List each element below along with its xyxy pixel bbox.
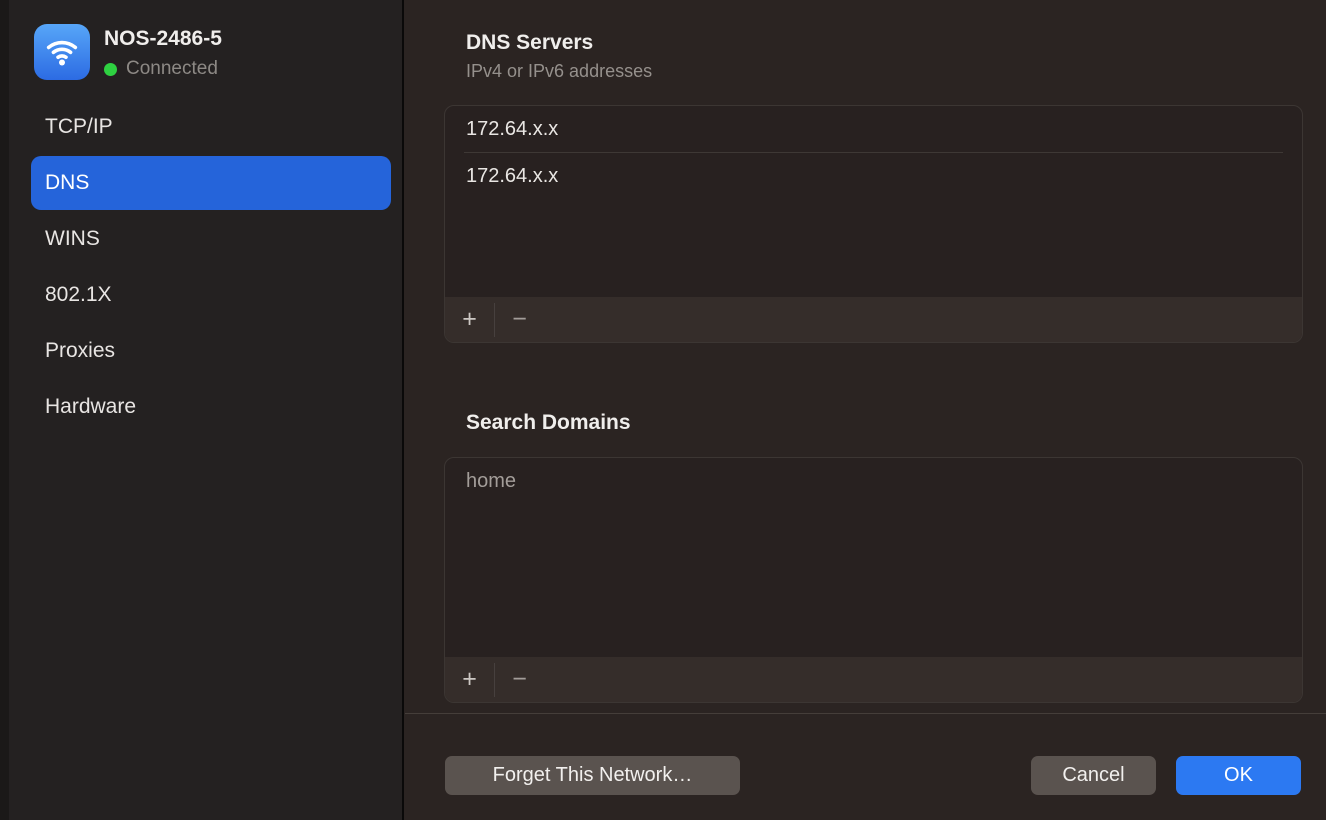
dns-server-row[interactable]: 172.64.x.x bbox=[445, 153, 1302, 200]
search-domains-toolbar: + − bbox=[445, 657, 1302, 702]
ok-button[interactable]: OK bbox=[1176, 756, 1301, 795]
minus-icon: − bbox=[512, 305, 527, 333]
dns-server-row[interactable]: 172.64.x.x bbox=[445, 106, 1302, 153]
remove-search-domain-button[interactable]: − bbox=[495, 657, 544, 702]
search-domain-row[interactable]: home bbox=[445, 458, 1302, 505]
dns-servers-rows: 172.64.x.x 172.64.x.x bbox=[445, 106, 1302, 297]
search-domains-listbox: home + − bbox=[444, 457, 1303, 703]
add-search-domain-button[interactable]: + bbox=[445, 657, 494, 702]
sidebar-item[interactable]: WINS bbox=[31, 212, 391, 266]
remove-dns-server-button[interactable]: − bbox=[495, 297, 544, 342]
wifi-icon bbox=[34, 24, 90, 80]
dns-servers-subtitle: IPv4 or IPv6 addresses bbox=[466, 61, 652, 82]
dns-servers-listbox: 172.64.x.x 172.64.x.x + − bbox=[444, 105, 1303, 343]
connected-status-dot bbox=[104, 63, 117, 76]
sidebar-item-label: 802.1X bbox=[45, 283, 112, 307]
sidebar-nav: TCP/IP DNS WINS 802.1X Proxies Hardware bbox=[31, 100, 391, 436]
cancel-button[interactable]: Cancel bbox=[1031, 756, 1156, 795]
sidebar-item-label: Proxies bbox=[45, 339, 115, 363]
search-domains-rows: home bbox=[445, 458, 1302, 657]
sidebar: NOS-2486-5 Connected TCP/IP DNS WINS 802… bbox=[9, 0, 403, 820]
sidebar-item[interactable]: DNS bbox=[31, 156, 391, 210]
minus-icon: − bbox=[512, 665, 527, 693]
dns-servers-heading: DNS Servers bbox=[466, 31, 593, 55]
plus-icon: + bbox=[462, 665, 477, 693]
sidebar-item[interactable]: TCP/IP bbox=[31, 100, 391, 154]
sidebar-item-label: Hardware bbox=[45, 395, 136, 419]
sidebar-item[interactable]: 802.1X bbox=[31, 268, 391, 322]
forget-network-button[interactable]: Forget This Network… bbox=[445, 756, 740, 795]
sidebar-item[interactable]: Hardware bbox=[31, 380, 391, 434]
sidebar-item-label: DNS bbox=[45, 171, 89, 195]
network-details-dialog: NOS-2486-5 Connected TCP/IP DNS WINS 802… bbox=[0, 0, 1326, 820]
sidebar-item-label: WINS bbox=[45, 227, 100, 251]
window-left-edge bbox=[0, 0, 9, 820]
connected-status-label: Connected bbox=[126, 58, 218, 80]
search-domains-heading: Search Domains bbox=[466, 411, 631, 435]
sidebar-item-label: TCP/IP bbox=[45, 115, 113, 139]
add-dns-server-button[interactable]: + bbox=[445, 297, 494, 342]
footer-divider bbox=[405, 713, 1326, 714]
connection-status: Connected bbox=[104, 58, 218, 80]
dns-servers-toolbar: + − bbox=[445, 297, 1302, 342]
plus-icon: + bbox=[462, 305, 477, 333]
sidebar-item[interactable]: Proxies bbox=[31, 324, 391, 378]
sidebar-divider bbox=[402, 0, 404, 820]
network-name: NOS-2486-5 bbox=[104, 27, 222, 51]
